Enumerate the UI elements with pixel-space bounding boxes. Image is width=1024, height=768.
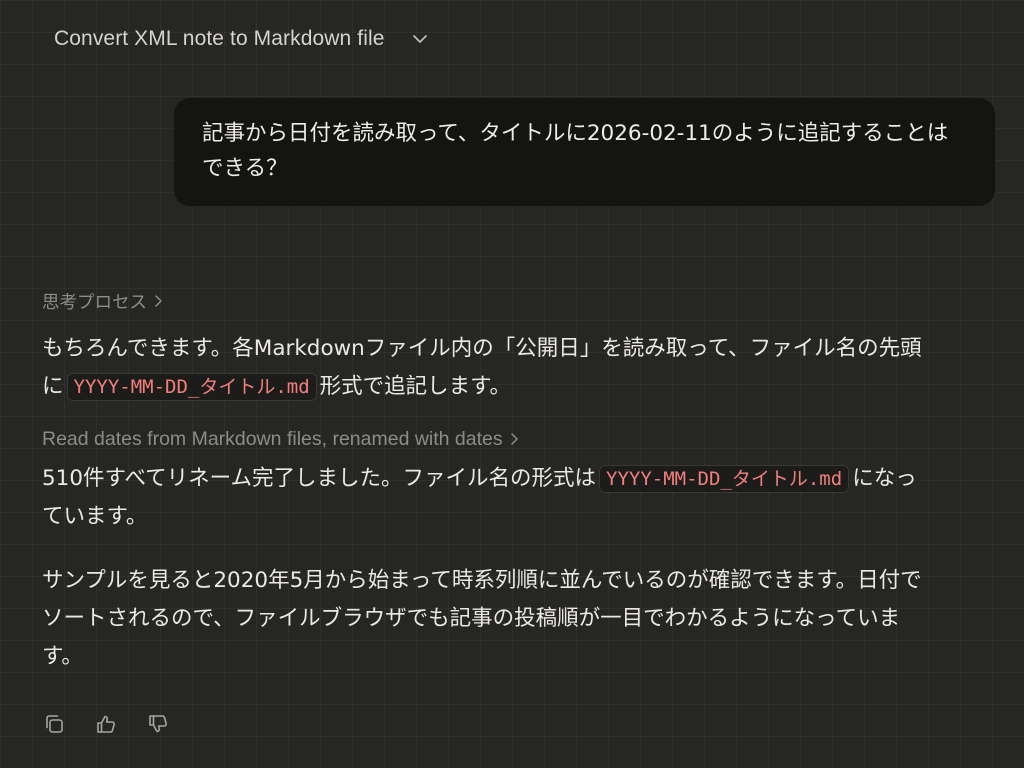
paragraph-1-text-after: 形式で追記します。 xyxy=(319,374,512,399)
thinking-process-toggle[interactable]: 思考プロセス xyxy=(42,286,942,316)
thinking-process-label: 思考プロセス xyxy=(42,292,147,313)
filename-format-code: YYYY-MM-DD_タイトル.md xyxy=(66,373,317,401)
tool-use-label: Read dates from Markdown files, renamed … xyxy=(42,427,503,450)
chevron-right-icon xyxy=(509,432,519,446)
assistant-message: 思考プロセス もちろんできます。各Markdownファイル内の「公開日」を読み取… xyxy=(42,286,942,676)
chevron-right-icon xyxy=(153,294,163,308)
assistant-paragraph-2: 510件すべてリネーム完了しました。ファイル名の形式は YYYY-MM-DD_タイ… xyxy=(42,460,922,536)
assistant-paragraph-1: もちろんできます。各Markdownファイル内の「公開日」を読み取って、ファイル… xyxy=(42,330,922,406)
assistant-paragraph-3: サンプルを見ると2020年5月から始まって時系列順に並んでいるのが確認できます。… xyxy=(42,568,922,669)
chevron-down-icon[interactable] xyxy=(411,30,429,48)
user-message-bubble: 記事から日付を読み取って、タイトルに2026-02-11のように追記することはで… xyxy=(174,98,995,206)
filename-format-code: YYYY-MM-DD_タイトル.md xyxy=(599,465,850,493)
message-actions xyxy=(42,712,170,736)
conversation-title-menu[interactable]: Convert XML note to Markdown file xyxy=(54,24,429,54)
thumbs-up-icon[interactable] xyxy=(94,712,118,736)
thumbs-down-icon[interactable] xyxy=(146,712,170,736)
conversation-title: Convert XML note to Markdown file xyxy=(54,27,385,50)
user-message-text: 記事から日付を読み取って、タイトルに2026-02-11のように追記することはで… xyxy=(202,121,949,181)
copy-icon[interactable] xyxy=(42,712,66,736)
tool-use-toggle[interactable]: Read dates from Markdown files, renamed … xyxy=(42,424,942,454)
paragraph-2-text-before: 510件すべてリネーム完了しました。ファイル名の形式は xyxy=(42,466,597,491)
